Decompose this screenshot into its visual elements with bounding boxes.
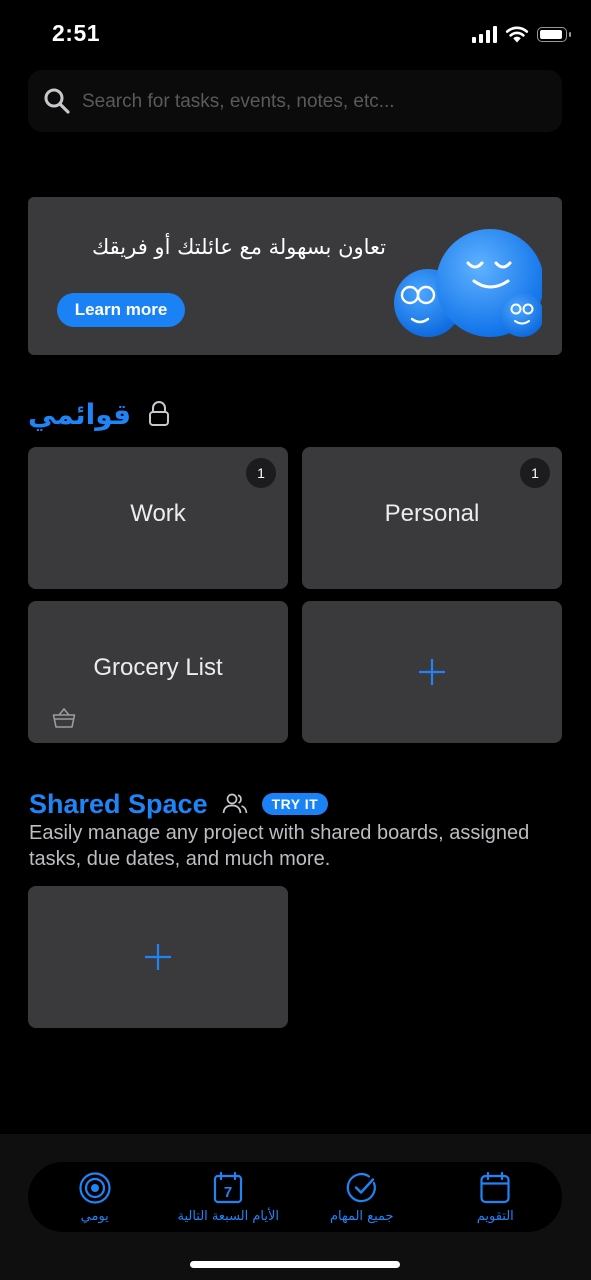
tab-next-7-days[interactable]: 7 الأيام السبعة التالية [162,1162,296,1232]
search-bar[interactable] [28,70,562,132]
wifi-icon [505,26,529,43]
calendar-7-icon: 7 [214,1171,243,1204]
shared-space-description: Easily manage any project with shared bo… [29,822,530,870]
promo-banner: تعاون بسهولة مع عائلتك أو فريقك Learn mo… [28,197,562,355]
target-icon [79,1172,111,1204]
list-tile-label: Personal [384,500,480,527]
status-time: 2:51 [52,20,101,46]
learn-more-button[interactable]: Learn more [57,293,185,327]
tab-my-day[interactable]: يومي [28,1162,162,1232]
add-list-button[interactable] [302,601,562,743]
tab-label: التقويم [476,1209,514,1224]
task-count-badge: 1 [246,458,276,488]
list-tile-personal[interactable]: Personal 1 [302,447,562,589]
tab-all-tasks[interactable]: جميع المهام [295,1162,429,1232]
people-icon [222,793,247,814]
list-tile-label: Grocery List [93,654,223,681]
plus-icon [145,944,171,970]
list-tile-work[interactable]: Work 1 [28,447,288,589]
search-icon [44,88,70,114]
my-lists-header: قوائمي [28,392,171,436]
list-tile-label: Work [130,500,186,527]
shared-space-title: Shared Space [29,788,208,819]
list-tile-grocery[interactable]: Grocery List [28,601,288,743]
check-circle-icon [346,1173,376,1203]
plus-icon [419,659,445,685]
status-bar: 2:51 [0,0,591,70]
add-shared-space-button[interactable] [28,886,288,1028]
signal-icon [472,25,497,43]
task-count-badge: 1 [520,458,550,488]
battery-icon [537,26,571,42]
basket-icon [52,707,76,728]
search-input[interactable] [80,84,544,120]
lock-icon[interactable] [147,401,171,427]
tab-label: جميع المهام [329,1209,394,1224]
calendar-icon [480,1171,510,1204]
try-it-badge[interactable]: TRY IT [261,793,329,815]
tab-label: يومي [80,1209,109,1224]
home-indicator [190,1261,400,1268]
calendar-day-number: 7 [224,1184,232,1201]
status-icons [472,25,571,43]
smiley-faces-illustration [394,229,542,337]
promo-text: تعاون بسهولة مع عائلتك أو فريقك [91,235,386,259]
shared-space-header: Shared Space TRY IT [29,784,329,824]
tab-bar: يومي 7 الأيام السبعة التالية جميع المهام… [28,1162,562,1232]
my-lists-title: قوائمي [28,397,132,431]
tab-calendar[interactable]: التقويم [429,1162,563,1232]
tab-label: الأيام السبعة التالية [177,1209,280,1224]
